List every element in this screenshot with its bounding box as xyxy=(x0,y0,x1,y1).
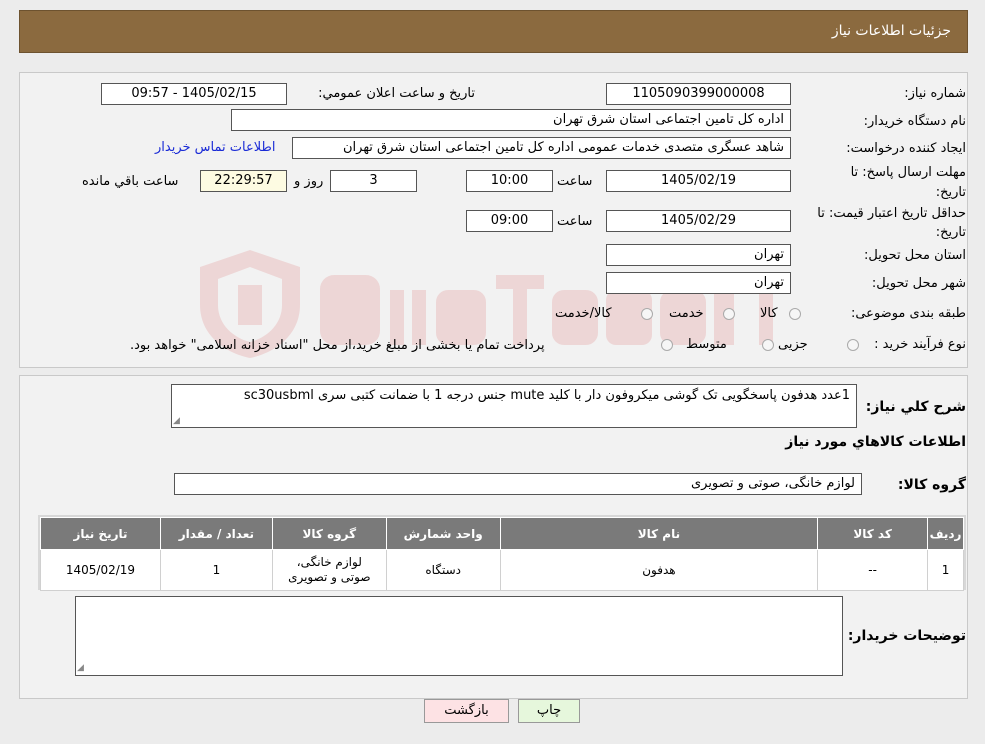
process-treasury-note: پرداخت تمام یا بخشی از مبلغ خرید،از محل … xyxy=(130,338,545,353)
col-row-number: رديف xyxy=(927,517,964,550)
category-option-goods: کالا xyxy=(760,306,778,321)
cell-product-code: -- xyxy=(817,549,929,591)
print-button[interactable]: چاپ xyxy=(518,699,580,723)
remaining-time-field: 22:29:57 xyxy=(200,170,287,192)
validity-time-field: 09:00 xyxy=(466,210,553,232)
col-need-date: تاريخ نياز xyxy=(40,517,161,550)
category-label: طبقه بندی موضوعی: xyxy=(850,306,966,321)
validity-date-field: 1405/02/29 xyxy=(606,210,791,232)
need-number-label: شماره نیاز: xyxy=(904,86,966,101)
deadline-hour-label: ساعت xyxy=(557,174,593,189)
items-section-title: اطلاعات کالاهاي مورد نياز xyxy=(785,434,966,450)
cell-quantity: 1 xyxy=(159,549,273,591)
cell-product-name: هدفون xyxy=(499,549,819,591)
summary-resize-icon[interactable]: ◢ xyxy=(173,416,180,426)
price-validity-label-date: تاريخ: xyxy=(935,225,966,240)
price-validity-label: حداقل تاريخ اعتبار قيمت: تا xyxy=(817,206,966,221)
col-quantity: تعداد / مقدار xyxy=(159,517,273,550)
city-label: شهر محل تحويل: xyxy=(871,276,966,291)
deadline-time-field: 10:00 xyxy=(466,170,553,192)
col-product-code: کد کالا xyxy=(817,517,929,550)
category-option-service: خدمت xyxy=(669,306,704,321)
category-radio-goods-service[interactable] xyxy=(641,308,653,320)
remaining-time-label: ساعت باقي مانده xyxy=(82,174,179,189)
announce-date-field: 1405/02/15 - 09:57 xyxy=(101,83,287,105)
days-remaining-field: 3 xyxy=(330,170,417,192)
buyer-contact-link[interactable]: اطلاعات تماس خریدار xyxy=(155,140,275,155)
deadline-label: مهلت ارسال پاسخ: تا xyxy=(850,165,966,180)
items-table-header: رديف کد کالا نام کالا واحد شمارش گروه کا… xyxy=(40,517,964,550)
process-treasury-checkbox[interactable] xyxy=(661,339,673,351)
category-option-goods-service: کالا/خدمت xyxy=(555,306,612,321)
process-radio-medium[interactable] xyxy=(762,339,774,351)
product-group-label: گروه کالا: xyxy=(897,477,966,493)
category-radio-service[interactable] xyxy=(723,308,735,320)
days-label: روز و xyxy=(294,174,324,189)
summary-label: شرح کلي نياز: xyxy=(865,399,966,415)
col-product-group: گروه کالا xyxy=(271,517,387,550)
buyer-notes-label: توضيحات خريدار: xyxy=(847,628,966,644)
creator-field: شاهد عسگری متصدی خدمات عمومی اداره کل تا… xyxy=(292,137,791,159)
items-table: رديف کد کالا نام کالا واحد شمارش گروه کا… xyxy=(40,517,964,591)
cell-need-date: 1405/02/19 xyxy=(40,549,161,591)
buyer-label: نام دستگاه خريدار: xyxy=(863,114,966,129)
summary-textarea[interactable]: 1عدد هدفون پاسخگویی تک گوشی میکروفون دار… xyxy=(171,384,857,428)
deadline-label-date: تاريخ: xyxy=(935,185,966,200)
product-group-field: لوازم خانگی، صوتی و تصویری xyxy=(174,473,862,495)
announce-date-label: تاريخ و ساعت اعلان عمومي: xyxy=(318,86,475,101)
cell-row-number: 1 xyxy=(927,549,964,591)
page-header: جزئیات اطلاعات نیاز xyxy=(19,10,968,53)
table-row: 1 -- هدفون دستگاه لوازم خانگی، صوتی و تص… xyxy=(40,549,964,591)
col-unit: واحد شمارش xyxy=(385,517,501,550)
buyer-notes-textarea[interactable] xyxy=(75,596,843,676)
process-option-minor: جزیی xyxy=(778,337,808,352)
creator-label: ايجاد کننده درخواست: xyxy=(846,141,966,156)
process-option-medium: متوسط xyxy=(686,337,727,352)
back-button[interactable]: بازگشت xyxy=(424,699,509,723)
cell-unit: دستگاه xyxy=(385,549,501,591)
page-title: جزئیات اطلاعات نیاز xyxy=(831,23,951,39)
province-field: تهران xyxy=(606,244,791,266)
buyer-field: اداره کل تامین اجتماعی استان شرق تهران xyxy=(231,109,791,131)
deadline-date-field: 1405/02/19 xyxy=(606,170,791,192)
process-type-label: نوع فرآيند خريد : xyxy=(874,337,966,352)
need-number-field: 1105090399000008 xyxy=(606,83,791,105)
col-product-name: نام کالا xyxy=(499,517,819,550)
process-radio-minor[interactable] xyxy=(847,339,859,351)
category-radio-goods[interactable] xyxy=(789,308,801,320)
province-label: استان محل تحويل: xyxy=(864,248,966,263)
notes-resize-icon[interactable]: ◢ xyxy=(77,663,84,673)
city-field: تهران xyxy=(606,272,791,294)
validity-hour-label: ساعت xyxy=(557,214,593,229)
cell-product-group: لوازم خانگی، صوتی و تصویری xyxy=(271,549,387,591)
